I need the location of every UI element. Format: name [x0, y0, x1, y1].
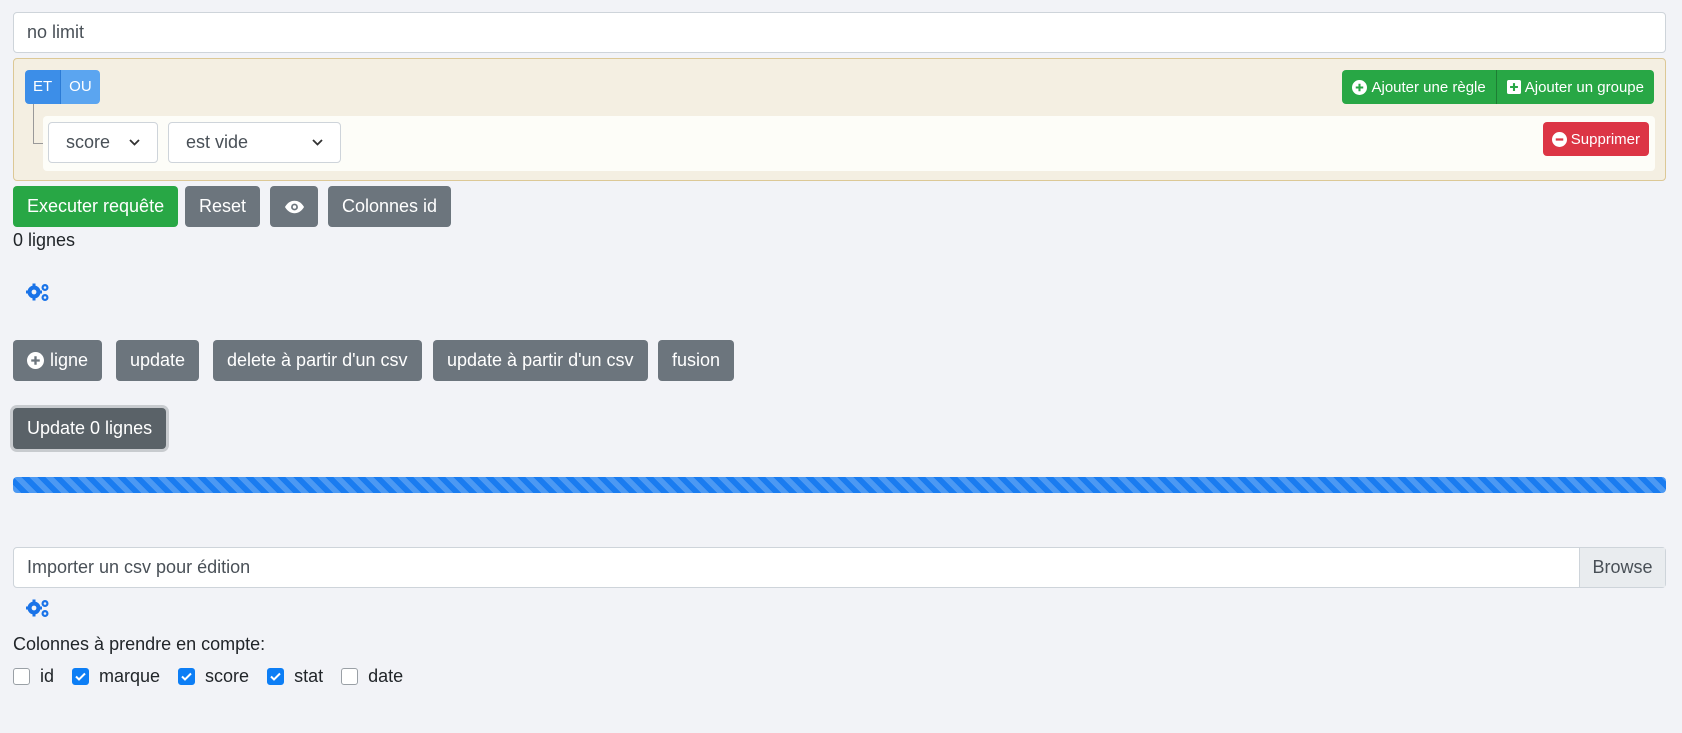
gears-icon[interactable] [26, 599, 50, 623]
delete-rule-button[interactable]: Supprimer [1542, 122, 1649, 156]
rule-row: score est vide Supprimer [43, 116, 1655, 171]
column-label: score [205, 666, 250, 686]
column-checkbox-id[interactable]: id [13, 666, 54, 687]
column-checkbox-date[interactable]: date [341, 666, 403, 687]
check-icon [270, 672, 281, 681]
update-button[interactable]: update [116, 340, 200, 381]
field-select[interactable]: score [48, 122, 158, 163]
row-count: 0 lignes [13, 230, 76, 250]
preview-button[interactable] [270, 186, 318, 227]
check-icon [75, 672, 86, 681]
column-label: id [40, 666, 55, 686]
plus-square-icon [1506, 80, 1521, 94]
add-rule-button[interactable]: Ajouter une règle [1342, 70, 1496, 104]
merge-button[interactable]: fusion [658, 340, 735, 381]
csv-file-label: Importer un csv pour édition [27, 557, 251, 577]
id-columns-button[interactable]: Colonnes id [328, 186, 452, 227]
add-buttons-group: Ajouter une règle Ajouter un groupe [1342, 70, 1654, 104]
execute-query-button[interactable]: Executer requête [13, 186, 179, 227]
condition-toggle: ET OU [25, 70, 100, 104]
checkbox[interactable] [341, 668, 359, 685]
update-from-csv-button[interactable]: update à partir d'un csv [433, 340, 648, 381]
column-checkbox-score[interactable]: score [178, 666, 249, 687]
add-rule-label: Ajouter une règle [1371, 78, 1486, 96]
column-label: marque [99, 666, 161, 686]
progress-bar [13, 477, 1666, 493]
update-rows-button[interactable]: Update 0 lignes [13, 408, 167, 449]
eye-icon [284, 200, 304, 213]
csv-file-input[interactable]: Importer un csv pour édition Browse [13, 547, 1666, 588]
column-checkbox-stat[interactable]: stat [267, 666, 323, 687]
delete-from-csv-button[interactable]: delete à partir d'un csv [213, 340, 422, 381]
checkbox[interactable] [72, 668, 90, 685]
plus-circle-icon [1352, 79, 1368, 95]
check-icon [181, 672, 192, 681]
add-row-label: ligne [50, 350, 89, 370]
columns-label: Colonnes à prendre en compte: [13, 634, 266, 654]
column-checkbox-marque[interactable]: marque [72, 666, 160, 687]
checkbox[interactable] [13, 668, 30, 685]
chevron-down-icon [312, 139, 323, 146]
operator-select-value: est vide [186, 132, 249, 152]
reset-button[interactable]: Reset [185, 186, 261, 227]
column-label: date [368, 666, 404, 686]
minus-circle-icon [1551, 131, 1567, 147]
tree-connector [33, 104, 43, 144]
operator-select[interactable]: est vide [168, 122, 341, 163]
limit-input[interactable]: no limit [13, 12, 1666, 53]
column-label: stat [294, 666, 324, 686]
field-select-value: score [66, 132, 111, 152]
condition-and-button[interactable]: ET [25, 70, 62, 104]
checkbox[interactable] [178, 668, 196, 685]
add-group-label: Ajouter un groupe [1524, 78, 1644, 96]
browse-button[interactable]: Browse [1579, 548, 1665, 587]
add-group-button[interactable]: Ajouter un groupe [1495, 70, 1654, 104]
add-row-button[interactable]: ligne [13, 340, 103, 381]
gears-icon[interactable] [26, 283, 50, 307]
columns-checklist: id marque score stat date [13, 666, 421, 687]
checkbox[interactable] [267, 668, 285, 685]
condition-or-button[interactable]: OU [61, 70, 100, 104]
plus-circle-icon [27, 352, 44, 369]
delete-rule-label: Supprimer [1570, 130, 1640, 148]
chevron-down-icon [129, 139, 140, 146]
query-builder-group: ET OU Ajouter une règle Ajouter un group… [13, 58, 1666, 181]
